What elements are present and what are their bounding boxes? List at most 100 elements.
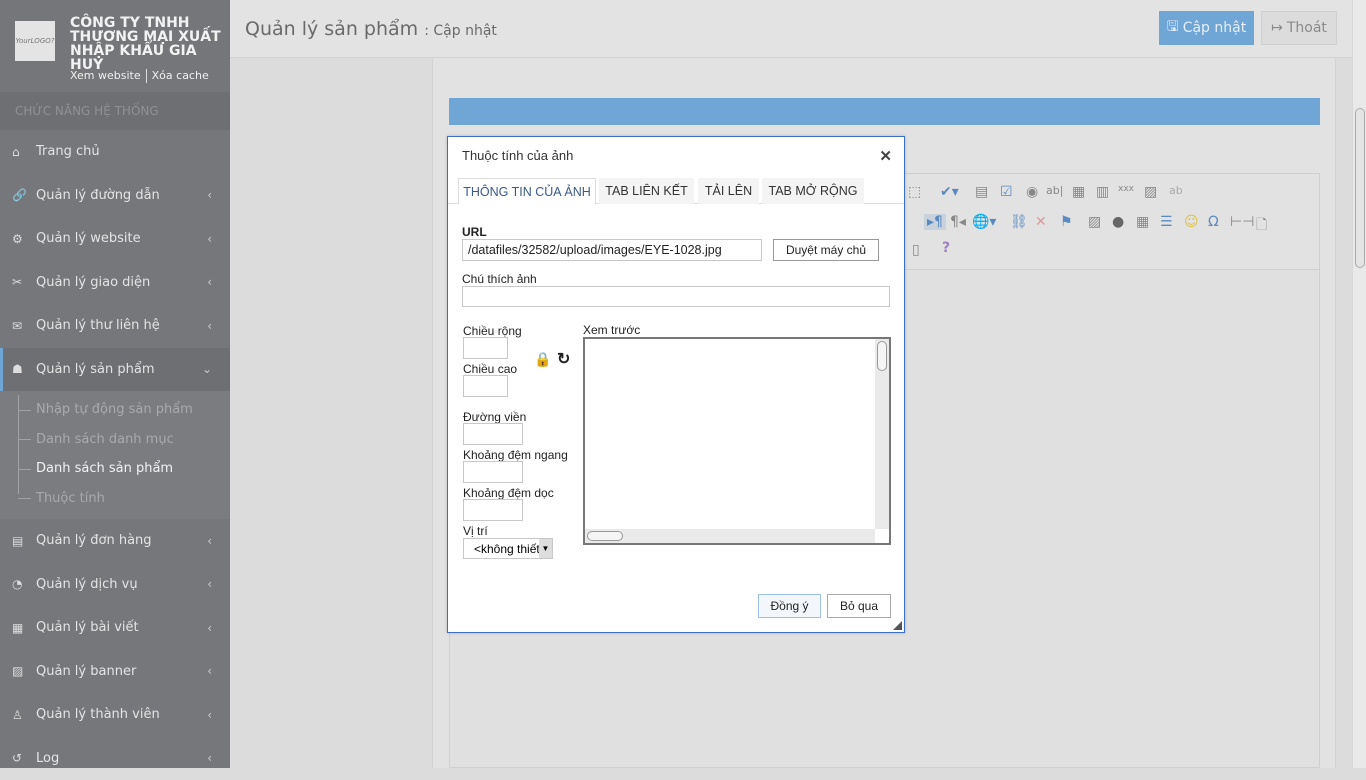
link-icon[interactable]: ⛓ (1010, 214, 1028, 230)
chevron-left-icon: ‹ (207, 319, 212, 333)
submenu-item-auto-import[interactable]: Nhập tự động sản phẩm (0, 395, 230, 425)
scrollbar-thumb[interactable] (587, 531, 623, 541)
cubes-icon: ☗ (12, 362, 36, 376)
home-icon: ⌂ (12, 145, 36, 159)
label: Cập nhật (1183, 20, 1247, 36)
spellcheck-icon[interactable]: ✔▾ (940, 184, 959, 200)
chevron-left-icon: ‹ (207, 534, 212, 548)
tab-advanced[interactable]: TAB MỞ RỘNG (762, 178, 864, 204)
language-icon[interactable]: 🌐▾ (972, 214, 996, 230)
maximize-icon[interactable]: ▯ (912, 242, 920, 258)
section-title: CHỨC NĂNG HỆ THỐNG (0, 92, 230, 130)
reset-size-icon[interactable]: ↻ (557, 349, 570, 369)
view-website-link[interactable]: Xem website (70, 69, 141, 82)
iframe-icon[interactable]: 🗋 (1256, 214, 1267, 238)
browse-server-button[interactable]: Duyệt máy chủ (773, 239, 879, 261)
preview-label: Xem trước (583, 323, 640, 337)
image-icon[interactable]: ▨ (1088, 214, 1101, 230)
sidebar-item-interface[interactable]: ✂Quản lý giao diện‹ (0, 261, 230, 305)
sidebar-item-home[interactable]: ⌂Trang chủ (0, 130, 230, 174)
clipboard-icon: ▤ (12, 534, 36, 548)
subtitle: : Cập nhật (424, 23, 497, 39)
tab-link[interactable]: TAB LIÊN KẾT (599, 178, 694, 204)
page-scrollbar[interactable] (1352, 0, 1366, 768)
unlink-icon[interactable]: ✕ (1035, 214, 1047, 230)
select-all-icon[interactable]: ⬚ (908, 184, 921, 200)
radio-icon[interactable]: ◉ (1026, 184, 1038, 200)
sidebar-item-contact[interactable]: ✉Quản lý thư liên hệ‹ (0, 304, 230, 348)
flash-icon[interactable]: ● (1112, 214, 1124, 230)
close-icon[interactable]: ✕ (879, 147, 892, 165)
cancel-button[interactable]: Bỏ qua (827, 594, 891, 618)
label: Quản lý thành viên (36, 707, 160, 722)
submenu-item-products[interactable]: Danh sách sản phẩm (0, 454, 230, 484)
submenu-item-attributes[interactable]: Thuộc tính (0, 484, 230, 514)
chevron-left-icon: ‹ (207, 621, 212, 635)
anchor-icon[interactable]: ⚑ (1060, 214, 1073, 230)
checkbox-icon[interactable]: ☑ (1000, 184, 1013, 200)
preview-vscrollbar[interactable] (875, 339, 889, 529)
clear-cache-link[interactable]: Xóa cache (152, 69, 209, 82)
scrollbar-thumb[interactable] (877, 341, 887, 371)
sidebar-item-orders[interactable]: ▤Quản lý đơn hàng ‹ (0, 519, 230, 563)
sidebar-item-posts[interactable]: ▦Quản lý bài viết ‹ (0, 606, 230, 650)
textfield-icon[interactable]: ab| (1046, 184, 1063, 197)
image-icon: ▨ (12, 664, 36, 678)
sidebar-item-website[interactable]: ⚙Quản lý website‹ (0, 217, 230, 261)
sidebar-item-members[interactable]: ♙Quản lý thành viên‹ (0, 693, 230, 737)
tab-image-info[interactable]: THÔNG TIN CỦA ẢNH (458, 178, 596, 205)
company-name: CÔNG TY TNHH THƯƠNG MẠI XUẤT NHẬP KHẨU G… (70, 16, 225, 72)
vspace-input[interactable] (463, 499, 523, 521)
tab-upload[interactable]: TẢI LÊN (698, 178, 759, 204)
table-icon[interactable]: ▦ (1136, 214, 1149, 230)
exit-button[interactable]: ↦Thoát (1261, 11, 1337, 45)
submenu-line (18, 395, 19, 494)
preview-hscrollbar[interactable] (585, 529, 875, 543)
select-icon[interactable]: ▥ (1096, 184, 1109, 200)
sidebar-item-products[interactable]: ☗Quản lý sản phẩm⌄ (0, 348, 230, 392)
newspaper-icon: ▦ (12, 621, 36, 635)
url-input[interactable]: /datafiles/32582/upload/images/EYE-1028.… (462, 239, 762, 261)
alt-text-label: Chú thích ảnh (462, 272, 537, 286)
sidebar-item-services[interactable]: ◔Quản lý dịch vụ‹ (0, 563, 230, 607)
special-char-icon[interactable]: Ω (1208, 214, 1219, 230)
lock-ratio-icon[interactable]: 🔒 (534, 351, 551, 368)
form-icon[interactable]: ▤ (975, 184, 988, 200)
scrollbar-thumb[interactable] (1355, 108, 1365, 268)
label: Quản lý bài viết (36, 620, 139, 635)
smiley-icon[interactable]: ☺ (1184, 214, 1199, 230)
update-button[interactable]: 🖫Cập nhật (1159, 11, 1254, 45)
width-input[interactable] (463, 337, 508, 359)
rtl-icon[interactable]: ¶◂ (950, 214, 966, 230)
chevron-left-icon: ‹ (207, 751, 212, 765)
label: Quản lý website (36, 231, 141, 246)
height-input[interactable] (463, 375, 508, 397)
border-input[interactable] (463, 423, 523, 445)
resize-handle[interactable] (893, 621, 902, 630)
sidebar-item-links[interactable]: 🔗Quản lý đường dẫn‹ (0, 174, 230, 218)
help-icon[interactable]: ? (942, 240, 950, 256)
page-break-icon[interactable]: ⊢⊣ (1230, 214, 1254, 230)
sidebar-item-log[interactable]: ↺Log‹ (0, 737, 230, 780)
user-icon: ♙ (12, 708, 36, 722)
chevron-left-icon: ‹ (207, 664, 212, 678)
button-icon[interactable]: xxx (1118, 184, 1134, 194)
link-icon: 🔗 (12, 188, 36, 202)
ok-button[interactable]: Đồng ý (758, 594, 821, 618)
submenu-item-categories[interactable]: Danh sách danh mục (0, 425, 230, 455)
height-label: Chiều cao (463, 362, 517, 376)
hspace-input[interactable] (463, 461, 523, 483)
sidebar-item-banner[interactable]: ▨Quản lý banner‹ (0, 650, 230, 694)
sign-out-icon: ↦ (1271, 20, 1283, 36)
textarea-icon[interactable]: ▦ (1072, 184, 1085, 200)
ltr-icon[interactable]: ▸¶ (924, 214, 946, 230)
rss-icon: ◔ (12, 577, 36, 591)
alt-text-input[interactable] (462, 286, 890, 307)
align-select[interactable]: <không thiết lập>▼ (463, 538, 553, 559)
hidden-field-icon[interactable]: ab (1169, 184, 1183, 197)
brand: YourLOGO? CÔNG TY TNHH THƯƠNG MẠI XUẤT N… (0, 0, 230, 92)
label: Quản lý đơn hàng (36, 533, 152, 548)
history-icon: ↺ (12, 751, 36, 765)
image-button-icon[interactable]: ▨ (1144, 184, 1157, 200)
horizontal-rule-icon[interactable]: ☰ (1160, 214, 1173, 230)
